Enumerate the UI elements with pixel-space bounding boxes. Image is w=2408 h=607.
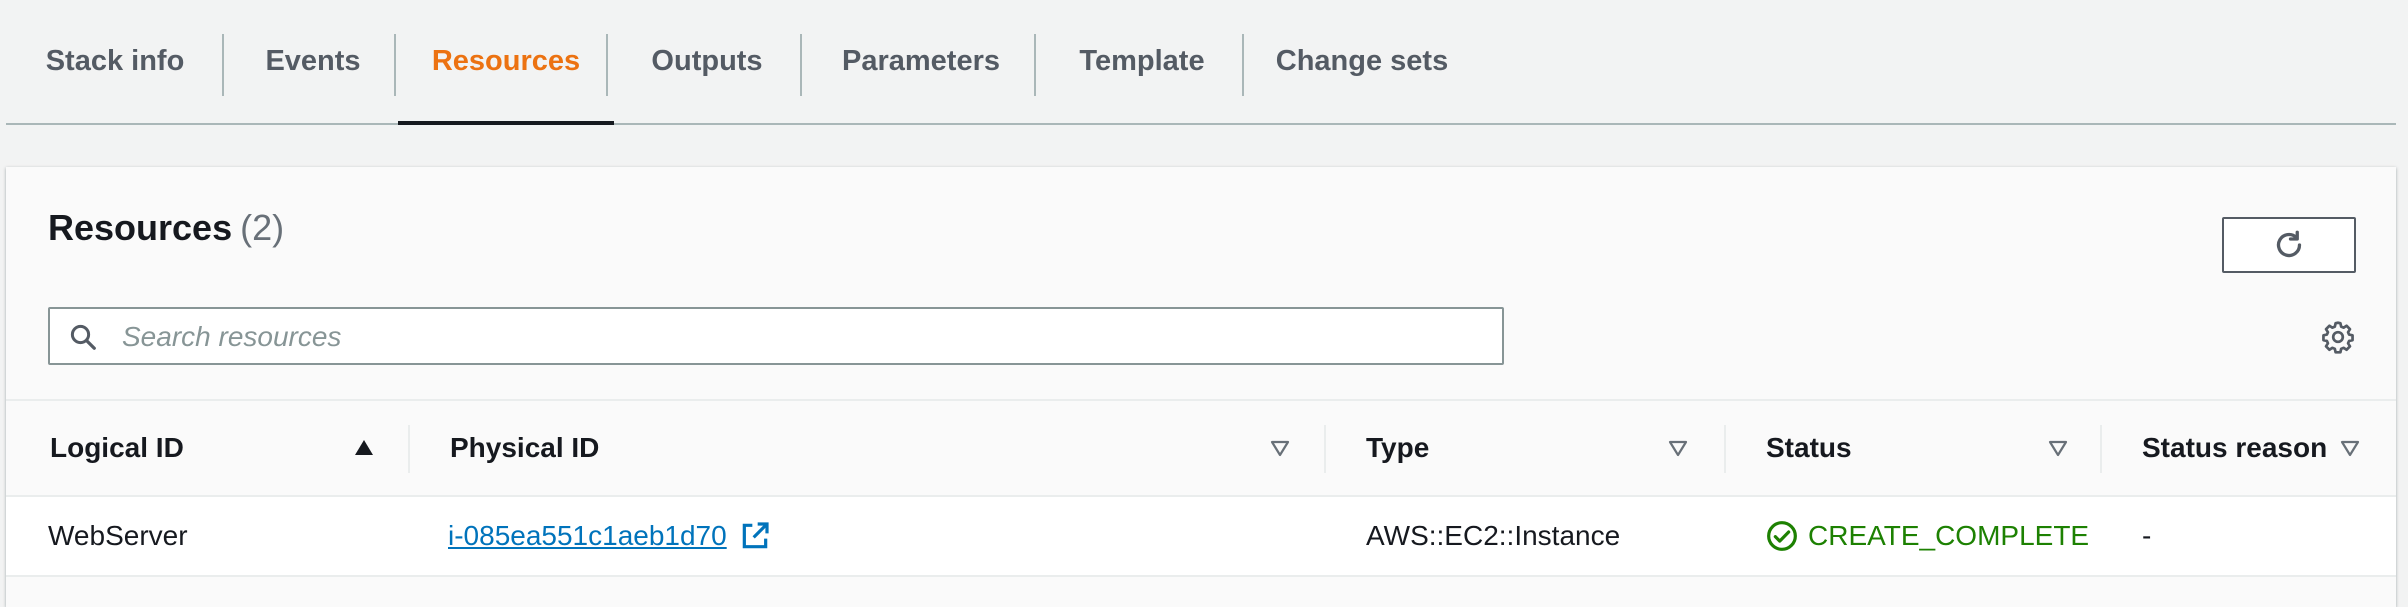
table-header: Logical ID Physical ID Type Status Statu… [6,399,2396,497]
column-label: Status [1766,432,1852,463]
tab-bar: Stack info Events Resources Outputs Para… [6,0,2396,125]
column-resizer[interactable] [408,425,410,473]
tab-divider [394,34,396,96]
tab-events[interactable]: Events [224,0,402,123]
sort-icon [2048,440,2068,457]
sort-icon [1270,440,1290,457]
tab-label: Template [1079,45,1205,77]
panel-title: Resources (2) [48,207,284,249]
column-header-status[interactable]: Status [1766,401,2076,495]
gear-icon[interactable] [2320,319,2356,355]
refresh-icon [2276,230,2302,258]
resource-count: (2) [240,207,285,248]
tab-label: Events [265,45,361,77]
search-box [48,307,1504,365]
column-label: Type [1366,432,1430,463]
tab-label: Outputs [651,45,763,77]
column-label: Status reason [2142,432,2328,463]
resources-panel: Resources(2) Logical ID Physical ID [6,167,2396,607]
cell-type: AWS::EC2::Instance [1366,520,1621,551]
tab-label: Stack info [45,45,185,77]
column-header-status-reason[interactable]: Status reason [2142,401,2392,495]
tab-resources[interactable]: Resources [398,0,614,125]
cell-status: CREATE_COMPLETE [1766,497,2089,575]
cell-status-reason: - [2142,520,2152,551]
column-label: Physical ID [450,432,600,463]
tab-divider [606,34,608,96]
search-input[interactable] [120,309,1494,365]
sort-icon [2340,440,2360,457]
tab-divider [1242,34,1244,96]
tab-change-sets[interactable]: Change sets [1246,0,1478,123]
sort-icon [1668,440,1688,457]
tab-label: Resources [431,45,581,77]
table-row[interactable]: WebServer i-085ea551c1aeb1d70 AWS::EC2::… [6,497,2396,577]
success-check-icon [1767,521,1797,551]
tab-divider [800,34,802,96]
column-label: Logical ID [50,432,184,463]
panel-title-text: Resources [48,207,233,248]
column-resizer[interactable] [1724,425,1726,473]
tab-stack-info[interactable]: Stack info [6,0,224,123]
cell-physical-id: i-085ea551c1aeb1d70 [448,497,771,575]
sort-ascending-icon [355,440,373,455]
physical-id-link[interactable]: i-085ea551c1aeb1d70 [448,520,727,552]
tab-parameters[interactable]: Parameters [804,0,1038,123]
active-tab-indicator [398,121,614,125]
tab-outputs[interactable]: Outputs [610,0,804,123]
tab-label: Change sets [1275,45,1449,77]
cell-logical-id: WebServer [48,520,188,551]
tab-label: Parameters [842,45,1000,77]
column-header-physical-id[interactable]: Physical ID [450,401,1290,495]
column-header-type[interactable]: Type [1366,401,1696,495]
column-resizer[interactable] [2100,425,2102,473]
external-link-icon[interactable] [739,520,771,552]
search-icon [70,324,96,350]
tab-divider [1034,34,1036,96]
column-header-logical-id[interactable]: Logical ID [50,401,380,495]
tab-template[interactable]: Template [1038,0,1246,123]
refresh-button[interactable] [2222,217,2356,273]
status-text: CREATE_COMPLETE [1808,520,2090,551]
column-resizer[interactable] [1324,425,1326,473]
